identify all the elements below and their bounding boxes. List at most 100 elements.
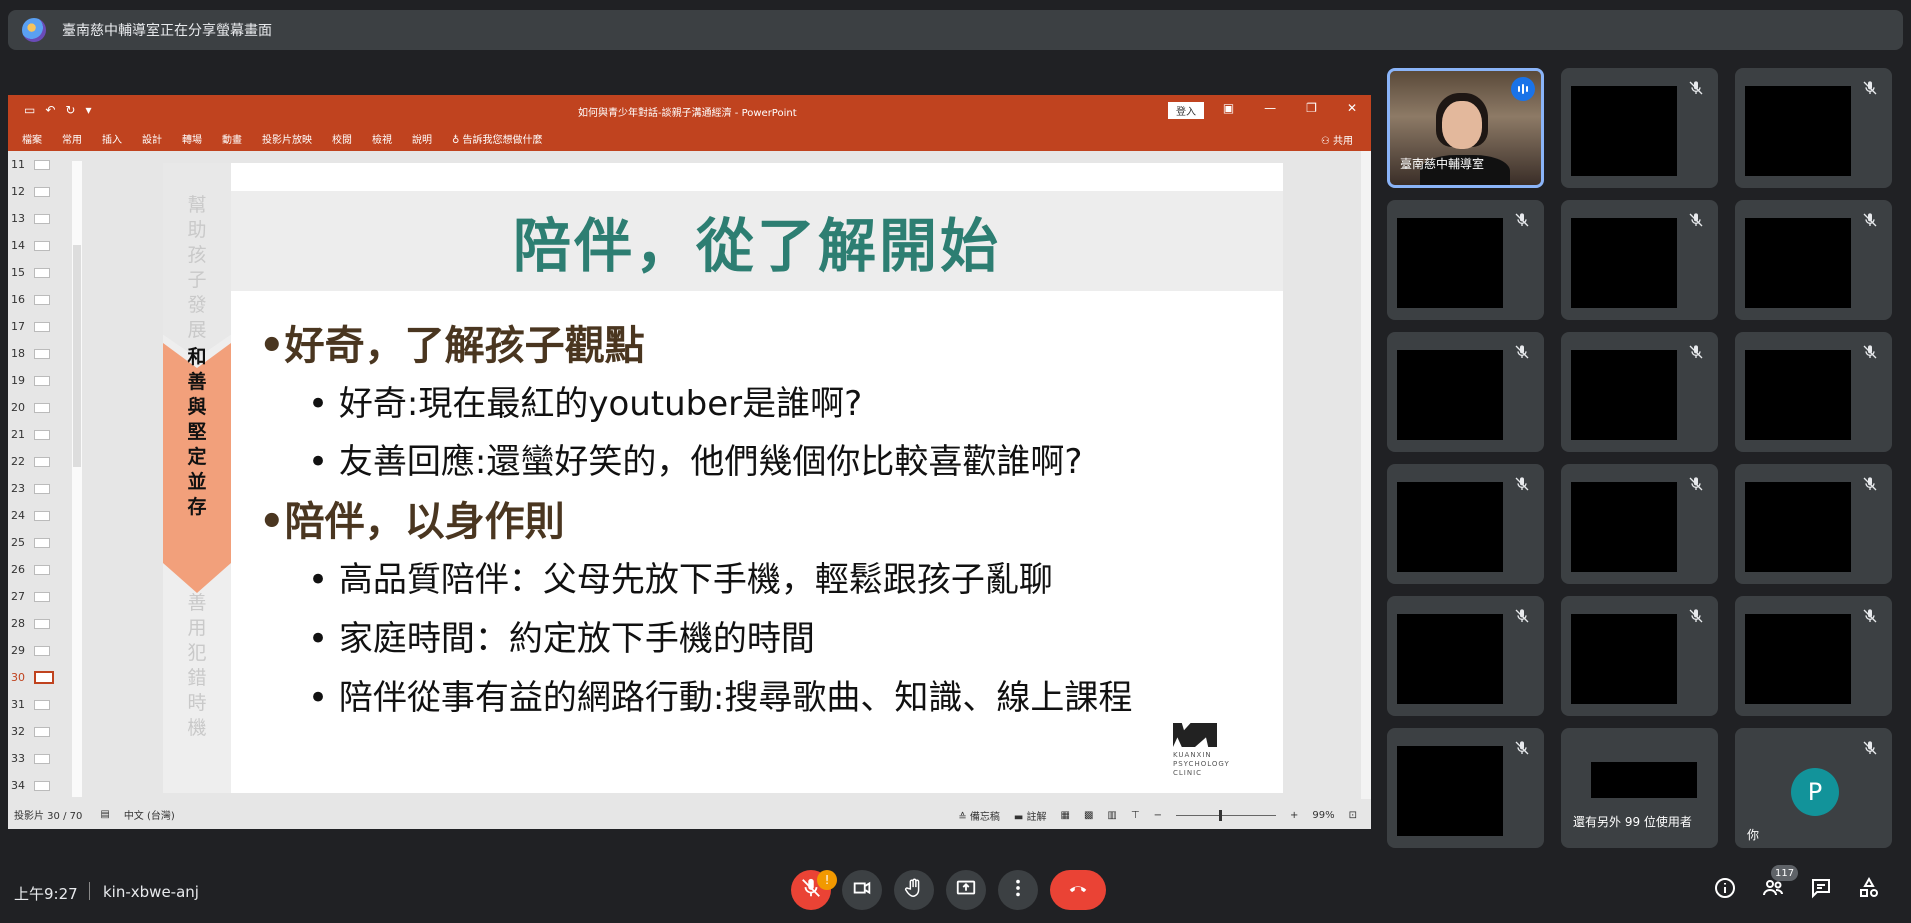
- slide-preview: [34, 186, 50, 197]
- slide-thumbnail[interactable]: 28: [8, 610, 80, 637]
- participant-tile[interactable]: [1735, 464, 1892, 584]
- activities-button[interactable]: [1854, 875, 1884, 905]
- slide-thumbnail[interactable]: 22: [8, 448, 80, 475]
- zoom-slider[interactable]: [1175, 810, 1276, 821]
- participant-tile[interactable]: [1387, 728, 1544, 848]
- participant-tile[interactable]: [1387, 200, 1544, 320]
- slide-thumbnail[interactable]: 26: [8, 556, 80, 583]
- ribbon-tab[interactable]: 投影片放映: [262, 131, 312, 146]
- slide-thumbnail[interactable]: 27: [8, 583, 80, 610]
- participant-tile[interactable]: [1561, 200, 1718, 320]
- participant-tile[interactable]: [1735, 200, 1892, 320]
- slide-headline: 陪伴，從了解開始: [512, 212, 1001, 280]
- others-tile[interactable]: 還有另外 99 位使用者: [1561, 728, 1718, 848]
- notes-button[interactable]: ≙ 備忘稿: [958, 808, 1000, 823]
- raise-hand-button[interactable]: [894, 870, 934, 910]
- slide-scrollbar[interactable]: [1361, 151, 1371, 799]
- slide-thumbnail[interactable]: 20: [8, 394, 80, 421]
- participant-tile-speaking[interactable]: 臺南慈中輔導室: [1387, 68, 1544, 188]
- slide-preview: [34, 456, 50, 467]
- zoom-in-icon[interactable]: +: [1290, 810, 1298, 821]
- slide-thumbnail[interactable]: 32: [8, 718, 80, 745]
- close-icon[interactable]: ✕: [1347, 101, 1357, 115]
- ribbon-tab[interactable]: 校閱: [332, 131, 352, 146]
- slide-thumbnail[interactable]: 30: [8, 664, 80, 691]
- slide-number: 32: [11, 725, 25, 738]
- slide-thumbnail[interactable]: 33: [8, 745, 80, 772]
- slide-preview: [34, 537, 50, 548]
- slide-thumbnail[interactable]: 15: [8, 259, 80, 286]
- camera-icon: [851, 877, 873, 903]
- customize-icon[interactable]: ▾: [85, 103, 91, 117]
- save-icon[interactable]: ▭: [24, 103, 35, 117]
- slide-thumbnail[interactable]: 25: [8, 529, 80, 556]
- ribbon-display-icon[interactable]: ▣: [1223, 101, 1234, 115]
- side-label-char: 用: [187, 617, 207, 639]
- fit-slide-icon[interactable]: ⊡: [1349, 810, 1357, 821]
- slide-thumbnail[interactable]: 23: [8, 475, 80, 502]
- ribbon-tab[interactable]: 檔案: [22, 131, 42, 146]
- participant-tile[interactable]: [1561, 464, 1718, 584]
- slide-thumbnail[interactable]: 19: [8, 367, 80, 394]
- slide-thumbnail[interactable]: 17: [8, 313, 80, 340]
- comments-button[interactable]: ▬ 註解: [1014, 808, 1047, 823]
- slide-thumbnail[interactable]: 31: [8, 691, 80, 718]
- spellcheck-icon[interactable]: ▤: [100, 809, 109, 820]
- participant-tile[interactable]: [1387, 332, 1544, 452]
- thumbnail-scroll-thumb[interactable]: [73, 245, 81, 467]
- leave-call-button[interactable]: [1050, 870, 1106, 910]
- ribbon-tab[interactable]: 動畫: [222, 131, 242, 146]
- zoom-level[interactable]: 99%: [1312, 810, 1334, 821]
- slide-number: 18: [11, 347, 25, 360]
- participant-tile[interactable]: [1561, 68, 1718, 188]
- sorter-view-icon[interactable]: ▩: [1084, 810, 1093, 821]
- thumbnail-scrollbar[interactable]: [72, 161, 82, 797]
- signin-button[interactable]: 登入: [1168, 102, 1204, 119]
- participant-tile[interactable]: [1561, 596, 1718, 716]
- ribbon-tab[interactable]: 轉場: [182, 131, 202, 146]
- meeting-time: 上午9:27: [14, 885, 78, 903]
- minimize-icon[interactable]: —: [1264, 101, 1276, 115]
- slide-thumbnail[interactable]: 29: [8, 637, 80, 664]
- redacted-video: [1397, 218, 1503, 308]
- redo-icon[interactable]: ↻: [65, 103, 75, 117]
- maximize-icon[interactable]: ❐: [1306, 101, 1317, 115]
- slide-thumbnail[interactable]: 21: [8, 421, 80, 448]
- slideshow-icon[interactable]: ⊤: [1131, 810, 1140, 821]
- status-right: ≙ 備忘稿 ▬ 註解 ▦ ▩ ▥ ⊤ − + 99% ⊡: [958, 808, 1357, 823]
- participant-tile[interactable]: [1561, 332, 1718, 452]
- camera-button[interactable]: [842, 870, 882, 910]
- slide-thumbnail[interactable]: 24: [8, 502, 80, 529]
- reading-view-icon[interactable]: ▥: [1107, 810, 1116, 821]
- slide-thumbnail[interactable]: 13: [8, 205, 80, 232]
- undo-icon[interactable]: ↶: [45, 103, 55, 117]
- slide-preview: [34, 240, 50, 251]
- tell-me-search[interactable]: ♁ 告訴我您想做什麼: [452, 131, 543, 146]
- slide-thumbnail[interactable]: 11: [8, 151, 80, 178]
- participant-tile[interactable]: [1735, 68, 1892, 188]
- language[interactable]: 中文 (台灣): [124, 807, 175, 822]
- zoom-out-icon[interactable]: −: [1154, 810, 1162, 821]
- ribbon-tab[interactable]: 檢視: [372, 131, 392, 146]
- ribbon-tab[interactable]: 說明: [412, 131, 432, 146]
- slide-thumbnail[interactable]: 14: [8, 232, 80, 259]
- chat-button[interactable]: [1806, 875, 1836, 905]
- slide-thumbnail[interactable]: 12: [8, 178, 80, 205]
- share-button[interactable]: ⚇ 共用: [1321, 132, 1353, 147]
- more-options-button[interactable]: [998, 870, 1038, 910]
- participant-tile[interactable]: [1735, 596, 1892, 716]
- present-button[interactable]: [946, 870, 986, 910]
- zoom-thumb[interactable]: [1218, 810, 1222, 821]
- slide-thumbnail[interactable]: 18: [8, 340, 80, 367]
- participant-tile[interactable]: [1735, 332, 1892, 452]
- ribbon-tab[interactable]: 插入: [102, 131, 122, 146]
- ribbon-tab[interactable]: 設計: [142, 131, 162, 146]
- ribbon-tab[interactable]: 常用: [62, 131, 82, 146]
- normal-view-icon[interactable]: ▦: [1061, 810, 1070, 821]
- slide-thumbnail[interactable]: 16: [8, 286, 80, 313]
- slide-thumbnail[interactable]: 34: [8, 772, 80, 799]
- participant-tile[interactable]: [1387, 464, 1544, 584]
- meeting-details-button[interactable]: [1710, 875, 1740, 905]
- participant-tile[interactable]: [1387, 596, 1544, 716]
- self-tile[interactable]: P你: [1735, 728, 1892, 848]
